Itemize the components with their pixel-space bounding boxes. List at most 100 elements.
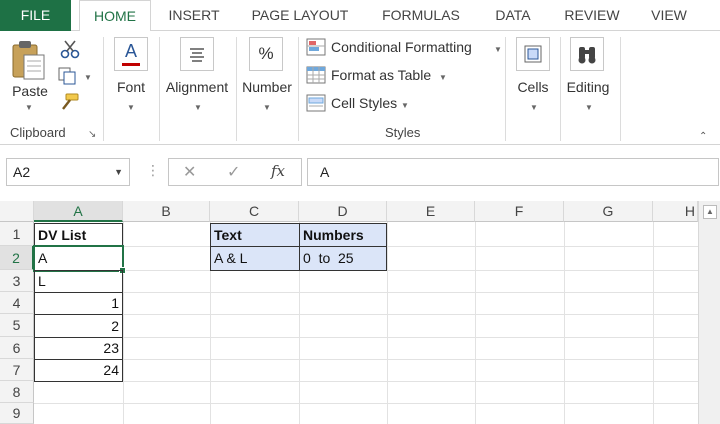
number-format-icon[interactable]: % [249, 37, 283, 71]
row-header-9[interactable]: 9 [0, 403, 34, 424]
cell-d1[interactable]: Numbers [299, 223, 387, 247]
font-color-bar [122, 63, 140, 66]
row-header-7[interactable]: 7 [0, 359, 34, 381]
ribbon-tab-bar: FILE HOME INSERT PAGE LAYOUT FORMULAS DA… [0, 0, 720, 32]
separator [560, 37, 561, 141]
formula-bar-grip-icon: ⋮ [146, 162, 160, 178]
collapse-ribbon-icon[interactable]: ⌃ [699, 131, 707, 142]
tab-insert[interactable]: INSERT [157, 0, 231, 31]
separator [505, 37, 506, 141]
tab-data[interactable]: DATA [480, 0, 546, 31]
clipboard-launcher-icon[interactable]: ↘ [88, 129, 96, 140]
format-as-table-icon [306, 66, 326, 87]
column-header-c[interactable]: C [210, 201, 299, 222]
font-icon[interactable]: A [114, 37, 148, 71]
name-box-dropdown-icon[interactable]: ▼ [114, 159, 123, 185]
tab-view[interactable]: VIEW [638, 0, 700, 31]
font-label[interactable]: Font [108, 79, 154, 95]
column-header-d[interactable]: D [299, 201, 387, 222]
gridline [34, 314, 698, 315]
formula-input[interactable]: A [307, 158, 719, 186]
column-header-b[interactable]: B [123, 201, 210, 222]
separator [298, 37, 299, 141]
cancel-icon[interactable]: ✕ [183, 162, 196, 182]
row-header-8[interactable]: 8 [0, 381, 34, 403]
cells-icon[interactable] [516, 37, 550, 71]
gridline [475, 222, 476, 424]
tab-file[interactable]: FILE [0, 0, 71, 31]
tab-review[interactable]: REVIEW [554, 0, 630, 31]
separator [236, 37, 237, 141]
conditional-formatting-label: Conditional Formatting [331, 39, 472, 55]
scroll-up-icon[interactable]: ▲ [703, 205, 717, 219]
cell-c2[interactable]: A & L [210, 246, 300, 271]
copy-dropdown-icon[interactable]: ▼ [84, 73, 92, 82]
clipboard-group-label: Clipboard [10, 125, 66, 140]
paste-icon[interactable] [10, 39, 46, 86]
worksheet-grid[interactable]: A B C D E F G H 1 2 3 4 5 6 7 8 9 DV Lis… [0, 201, 720, 424]
cell-a2[interactable]: A [33, 245, 124, 272]
styles-group-label: Styles [385, 125, 421, 140]
column-header-a[interactable]: A [34, 201, 123, 222]
cell-a4[interactable]: 1 [34, 292, 123, 315]
cells-label[interactable]: Cells [512, 79, 554, 95]
row-header-3[interactable]: 3 [0, 270, 34, 292]
name-box[interactable]: A2 ▼ [6, 158, 130, 186]
cell-a5[interactable]: 2 [34, 314, 123, 338]
format-as-table-dropdown-icon: ▼ [439, 73, 447, 82]
number-label[interactable]: Number [238, 79, 296, 95]
cells-dropdown-icon[interactable]: ▼ [530, 103, 538, 112]
gridline [564, 222, 565, 424]
ribbon-home: Paste ▼ ▼ Clipboard ↘ A Font ▼ Alignment… [0, 31, 720, 145]
cell-styles-dropdown-icon: ▼ [401, 101, 409, 110]
number-dropdown-icon[interactable]: ▼ [263, 103, 271, 112]
separator [620, 37, 621, 141]
gridline [653, 222, 654, 424]
row-header-1[interactable]: 1 [0, 222, 34, 246]
row-header-2[interactable]: 2 [0, 246, 34, 270]
editing-dropdown-icon[interactable]: ▼ [585, 103, 593, 112]
find-binoculars-icon[interactable] [570, 37, 604, 71]
gridline [387, 222, 388, 424]
cell-a1[interactable]: DV List [34, 223, 123, 247]
gridline [34, 292, 698, 293]
column-header-f[interactable]: F [475, 201, 564, 222]
cell-d2[interactable]: 0 to 25 [299, 246, 387, 271]
alignment-dropdown-icon[interactable]: ▼ [194, 103, 202, 112]
tab-home[interactable]: HOME [79, 0, 151, 32]
alignment-label[interactable]: Alignment [160, 79, 234, 95]
row-header-4[interactable]: 4 [0, 292, 34, 314]
formula-buttons: ✕ ✓ fx [168, 158, 302, 186]
font-icon-glyph: A [124, 41, 137, 61]
cell-a7[interactable]: 24 [34, 359, 123, 382]
cell-c1[interactable]: Text [210, 223, 300, 247]
row-header-5[interactable]: 5 [0, 314, 34, 337]
insert-function-icon[interactable]: fx [271, 162, 285, 180]
cell-a3[interactable]: L [34, 270, 123, 293]
paste-dropdown-icon[interactable]: ▼ [25, 103, 33, 112]
row-header-6[interactable]: 6 [0, 337, 34, 359]
column-header-g[interactable]: G [564, 201, 653, 222]
font-dropdown-icon[interactable]: ▼ [127, 103, 135, 112]
column-header-e[interactable]: E [387, 201, 475, 222]
tab-page-layout[interactable]: PAGE LAYOUT [238, 0, 362, 31]
cell-a6[interactable]: 23 [34, 337, 123, 360]
percent-glyph: % [258, 44, 274, 63]
vertical-scrollbar[interactable]: ▲ [698, 201, 720, 424]
format-painter-icon[interactable] [58, 93, 80, 116]
name-box-value: A2 [13, 164, 31, 180]
enter-icon[interactable]: ✓ [227, 162, 240, 182]
conditional-formatting-dropdown-icon: ▼ [494, 45, 502, 54]
alignment-icon[interactable] [180, 37, 214, 71]
select-all-corner[interactable] [0, 201, 34, 222]
copy-icon[interactable] [58, 67, 78, 90]
paste-label[interactable]: Paste [8, 83, 52, 99]
cut-icon[interactable] [60, 39, 80, 64]
tab-formulas[interactable]: FORMULAS [370, 0, 472, 31]
gridline [34, 381, 698, 382]
column-header-h[interactable]: H [653, 201, 698, 222]
gridline [34, 403, 698, 404]
gridline [34, 337, 698, 338]
formula-bar: A2 ▼ ⋮ ✕ ✓ fx A [0, 145, 720, 201]
editing-label[interactable]: Editing [562, 79, 614, 95]
